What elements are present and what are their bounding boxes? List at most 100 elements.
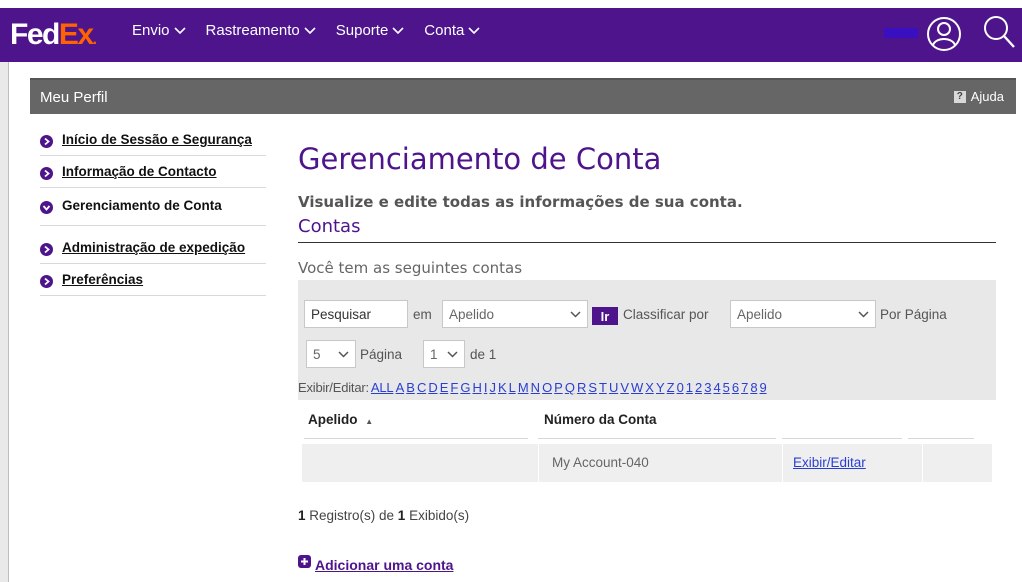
alpha-link-z[interactable]: Z (667, 380, 675, 395)
select-value: 1 (430, 346, 438, 362)
alpha-link-4[interactable]: 4 (713, 380, 720, 395)
logo-ex: Ex (58, 18, 94, 51)
user-account-icon[interactable] (926, 16, 962, 52)
sidebar-item-label: Informação de Contacto (62, 164, 217, 179)
main-nav: Envio Rastreamento Suporte Conta (132, 22, 480, 39)
section-divider (298, 242, 996, 243)
alpha-link-1[interactable]: 1 (686, 380, 693, 395)
alpha-link-h[interactable]: H (472, 380, 481, 395)
page-left-border (0, 0, 9, 582)
chevron-right-icon (40, 243, 53, 256)
nav-envio[interactable]: Envio (132, 22, 186, 39)
plus-icon (298, 554, 311, 568)
th-nickname[interactable]: Apelido ▲ (308, 412, 373, 427)
logo-fed: Fed (10, 18, 60, 51)
cell-separator (922, 444, 923, 482)
sort-select[interactable]: Apelido (730, 300, 876, 328)
alpha-link-n[interactable]: N (531, 380, 540, 395)
page-title: Gerenciamento de Conta (298, 142, 662, 176)
sort-asc-icon: ▲ (365, 417, 374, 426)
th-account-number: Número da Conta (544, 412, 657, 427)
alpha-link-w[interactable]: W (631, 380, 643, 395)
nav-rastreamento[interactable]: Rastreamento (206, 22, 316, 39)
alpha-link-m[interactable]: M (518, 380, 529, 395)
records-suffix: Exibido(s) (405, 508, 470, 523)
nav-label: Envio (132, 22, 170, 39)
alpha-link-o[interactable]: O (542, 380, 552, 395)
page-subtitle: Visualize e edite todas as informações d… (298, 193, 743, 211)
alpha-link-d[interactable]: D (428, 380, 437, 395)
records-mid: Registro(s) de (305, 508, 398, 523)
alpha-link-q[interactable]: Q (565, 380, 575, 395)
select-value: 5 (313, 346, 321, 362)
go-button[interactable]: Ir (592, 307, 618, 325)
page-of-label: de 1 (470, 347, 497, 362)
nav-suporte[interactable]: Suporte (336, 22, 405, 39)
alpha-link-r[interactable]: R (577, 380, 586, 395)
alpha-link-c[interactable]: C (417, 380, 426, 395)
alpha-link-i[interactable]: I (484, 380, 488, 395)
alpha-link-y[interactable]: Y (656, 380, 665, 395)
alpha-link-6[interactable]: 6 (732, 380, 739, 395)
alpha-link-8[interactable]: 8 (750, 380, 757, 395)
alpha-link-x[interactable]: X (645, 380, 654, 395)
in-label: em (413, 307, 432, 322)
sidebar-item-label: Gerenciamento de Conta (62, 198, 222, 213)
add-account-link[interactable]: Adicionar uma conta (298, 554, 454, 573)
alpha-link-s[interactable]: S (588, 380, 597, 395)
page-label: Página (360, 347, 403, 362)
view-edit-link[interactable]: Exibir/Editar (793, 455, 866, 470)
alpha-link-j[interactable]: J (489, 380, 496, 395)
per-page-select[interactable]: 5 (306, 340, 356, 368)
nav-conta[interactable]: Conta (424, 22, 480, 39)
sidebar-item-shipping-admin[interactable]: Administração de expedição (40, 226, 266, 264)
alpha-link-v[interactable]: V (620, 380, 629, 395)
cell-account-number: My Account-040 (552, 455, 649, 470)
th-line (782, 438, 902, 439)
records-count: 1 (298, 508, 306, 523)
alpha-link-k[interactable]: K (498, 380, 507, 395)
chevron-down-icon (570, 310, 581, 318)
alpha-link-7[interactable]: 7 (741, 380, 748, 395)
page-select[interactable]: 1 (423, 340, 465, 368)
search-field-select[interactable]: Apelido (442, 300, 588, 328)
section-title: Contas (298, 216, 361, 237)
alpha-link-3[interactable]: 3 (704, 380, 711, 395)
alpha-link-b[interactable]: B (406, 380, 415, 395)
fedex-logo[interactable]: FedEx. (10, 18, 97, 55)
per-page-label: Por Página (880, 307, 947, 322)
alpha-link-9[interactable]: 9 (760, 380, 767, 395)
alpha-link-p[interactable]: P (554, 380, 563, 395)
profile-bar: Meu Perfil ? Ajuda (30, 78, 1016, 114)
alpha-link-u[interactable]: U (609, 380, 618, 395)
alpha-link-f[interactable]: F (450, 380, 458, 395)
search-icon[interactable] (982, 14, 1016, 50)
alpha-link-all[interactable]: ALL (371, 380, 394, 395)
help-link[interactable]: ? Ajuda (953, 89, 1004, 104)
chevron-down-icon (40, 201, 53, 214)
chevron-down-icon (858, 310, 869, 318)
alpha-link-g[interactable]: G (460, 380, 470, 395)
search-input[interactable]: Pesquisar (304, 300, 408, 328)
chevron-down-icon (468, 26, 480, 34)
alpha-filter: Exibir/Editar: ALL A B C D E F G H I J K L M N O P Q R S T U V W… (298, 380, 769, 395)
sidebar-item-login-security[interactable]: Início de Sessão e Segurança (40, 126, 266, 156)
sidebar-item-label: Preferências (62, 272, 144, 287)
sidebar-item-contact-info[interactable]: Informação de Contacto (40, 156, 266, 188)
accounts-filter-panel: Pesquisar em Apelido Ir Classificar por … (298, 280, 996, 484)
alpha-link-0[interactable]: 0 (677, 380, 684, 395)
accounts-table: Apelido ▲ Número da Conta My Account-040… (298, 400, 996, 484)
add-account-label: Adicionar uma conta (315, 557, 454, 573)
alpha-link-a[interactable]: A (396, 380, 405, 395)
th-line (304, 438, 528, 439)
alpha-link-e[interactable]: E (440, 380, 449, 395)
alpha-link-2[interactable]: 2 (695, 380, 702, 395)
profile-title: Meu Perfil (40, 89, 108, 106)
alpha-link-t[interactable]: T (599, 380, 607, 395)
alpha-link-5[interactable]: 5 (723, 380, 730, 395)
alpha-link-l[interactable]: L (509, 380, 516, 395)
sidebar-item-label: Administração de expedição (62, 240, 246, 255)
sidebar-item-preferences[interactable]: Preferências (40, 264, 266, 296)
chevron-right-icon (40, 275, 53, 288)
sidebar-item-account-management[interactable]: Gerenciamento de Conta (40, 188, 266, 226)
